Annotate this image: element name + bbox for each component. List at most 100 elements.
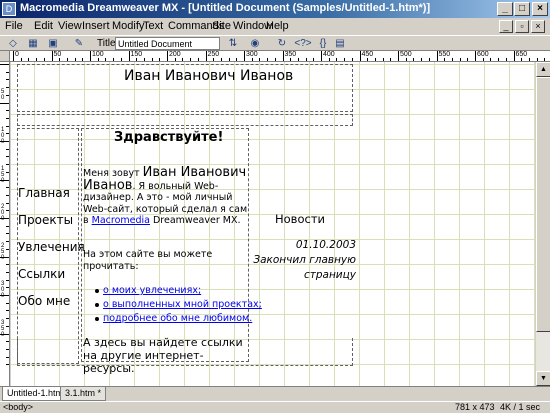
content-cell — [81, 128, 249, 362]
document-toolbar: ◇ ▦ ▣ ✎ Title: ⇅ ◉ ↻ <?> {} ▤ — [0, 35, 550, 51]
nav-about[interactable]: Обо мне — [18, 294, 70, 308]
ruler-label: 400 — [323, 51, 335, 58]
ruler-label: 350 — [284, 51, 297, 58]
hobbies-link[interactable]: о моих увлечениях; — [103, 285, 201, 296]
bullet-icon — [95, 302, 99, 307]
menu-modify[interactable]: Modify — [112, 20, 144, 32]
menu-site[interactable]: Site — [212, 20, 231, 32]
ruler-corner — [0, 51, 10, 62]
code-navigation-icon[interactable]: {} — [316, 37, 330, 50]
news-item: 01.10.2003 Закончил главную страницу — [241, 238, 356, 283]
doc-restore-icon[interactable]: ▫ — [515, 20, 529, 33]
ruler-label: 150 — [130, 51, 143, 58]
ruler-tick — [13, 51, 14, 61]
ruler-tick — [205, 51, 207, 61]
ruler-label: 200 — [169, 51, 181, 58]
preview-browser-icon[interactable]: ◉ — [248, 37, 262, 50]
greeting-heading: Здравствуйте! — [114, 130, 224, 145]
ruler-label: 600 — [477, 51, 489, 58]
dreamweaver-icon: D — [2, 2, 16, 16]
menu-insert[interactable]: Insert — [82, 20, 110, 32]
menu-text[interactable]: Text — [143, 20, 163, 32]
projects-link[interactable]: о выполненных мной проектах; — [103, 299, 262, 310]
menu-file[interactable]: File — [5, 20, 23, 32]
read-more-text: На этом сайте вы можете прочитать: — [83, 249, 213, 272]
live-data-icon[interactable]: ✎ — [72, 37, 86, 50]
minimize-button[interactable]: _ — [497, 2, 513, 16]
maximize-button[interactable]: □ — [514, 2, 530, 16]
ruler-label: 450 — [361, 51, 374, 58]
split-view-icon[interactable]: ▦ — [26, 37, 40, 50]
links-paragraph: А здесь вы найдете ссылки на другие инте… — [83, 336, 243, 375]
ruler-label: 150 — [1, 165, 5, 184]
ruler-label: 500 — [400, 51, 412, 58]
ruler-tick — [398, 51, 399, 61]
menu-edit[interactable]: Edit — [34, 20, 53, 32]
ruler-tick — [90, 51, 91, 61]
ruler-label: 250 — [1, 242, 5, 261]
nav-links[interactable]: Ссылки — [18, 267, 65, 281]
document-tabs: Untitled-1.htm * 3.1.htm * — [0, 386, 550, 401]
ruler-tick — [167, 51, 168, 61]
spacer-row — [17, 114, 353, 126]
scroll-thumb[interactable] — [536, 77, 550, 332]
horizontal-ruler: 0 50 100 150 200 250 300 350 400 450 500 550 600 650 — [10, 51, 550, 62]
list-item: подробнее обо мне любимом. — [95, 313, 252, 324]
ruler-tick — [6, 110, 9, 112]
view-options-icon[interactable]: ▤ — [333, 37, 347, 50]
macromedia-link[interactable]: Macromedia — [92, 215, 150, 226]
ruler-tick — [6, 310, 9, 312]
ruler-label: 50 — [53, 51, 62, 58]
menu-bar: File Edit View Insert Modify Text Comman… — [0, 18, 550, 35]
ruler-label: 250 — [207, 51, 220, 58]
ruler-tick — [6, 117, 9, 119]
ruler-tick — [436, 51, 438, 61]
ruler-label: 100 — [92, 51, 104, 58]
design-view-icon[interactable]: ▣ — [46, 37, 60, 50]
menu-help[interactable]: Help — [266, 20, 289, 32]
ruler-tick — [6, 364, 9, 366]
scroll-down-icon[interactable]: ▼ — [536, 371, 550, 386]
title-input[interactable] — [115, 37, 220, 50]
close-button[interactable]: × — [532, 2, 548, 16]
vertical-ruler: 50 100 150 200 250 300 350 — [0, 62, 10, 386]
menu-view[interactable]: View — [58, 20, 82, 32]
news-date: 01.10.2003 — [295, 239, 356, 251]
nav-home[interactable]: Главная — [18, 186, 70, 200]
about-link[interactable]: подробнее обо мне любимом. — [103, 313, 252, 324]
bullet-icon — [95, 316, 99, 321]
ruler-label: 650 — [515, 51, 528, 58]
ruler-label: 300 — [246, 51, 258, 58]
ruler-tick — [244, 51, 245, 61]
code-view-icon[interactable]: ◇ — [6, 37, 20, 50]
ruler-tick — [321, 51, 322, 61]
nav-projects[interactable]: Проекты — [18, 213, 73, 227]
ruler-tick — [6, 187, 9, 189]
ruler-tick — [6, 233, 9, 235]
doc-minimize-icon[interactable]: _ — [499, 20, 513, 33]
ruler-tick — [6, 302, 9, 304]
bullet-icon — [95, 288, 99, 293]
list-item: о моих увлечениях; — [95, 285, 201, 296]
ruler-label: 100 — [1, 127, 5, 145]
ruler-tick — [6, 156, 9, 158]
nav-hobbies[interactable]: Увлечения — [18, 240, 85, 254]
ruler-tick — [6, 356, 9, 358]
window-size[interactable]: 781 x 473 — [455, 402, 495, 413]
refresh-icon[interactable]: ↻ — [275, 37, 289, 50]
ruler-tick — [0, 64, 9, 65]
doc-close-icon[interactable]: × — [531, 20, 545, 33]
vertical-scrollbar[interactable]: ▲ ▼ — [535, 62, 550, 386]
ruler-tick — [6, 271, 9, 273]
design-canvas[interactable]: Иван Иванович Иванов Здравствуйте! Главн… — [11, 62, 535, 386]
ruler-tick — [359, 51, 361, 61]
tab-3-1[interactable]: 3.1.htm * — [60, 387, 107, 401]
ruler-label: 200 — [1, 204, 5, 222]
ruler-tick — [6, 225, 9, 227]
scroll-up-icon[interactable]: ▲ — [536, 62, 550, 77]
intro-paragraph: Меня зовут Иван Иванович Иванов. Я вольн… — [83, 166, 251, 227]
file-management-icon[interactable]: ⇅ — [226, 37, 240, 50]
tag-selector[interactable]: <body> — [3, 402, 33, 413]
reference-icon[interactable]: <?> — [293, 37, 313, 50]
ruler-tick — [128, 51, 130, 61]
